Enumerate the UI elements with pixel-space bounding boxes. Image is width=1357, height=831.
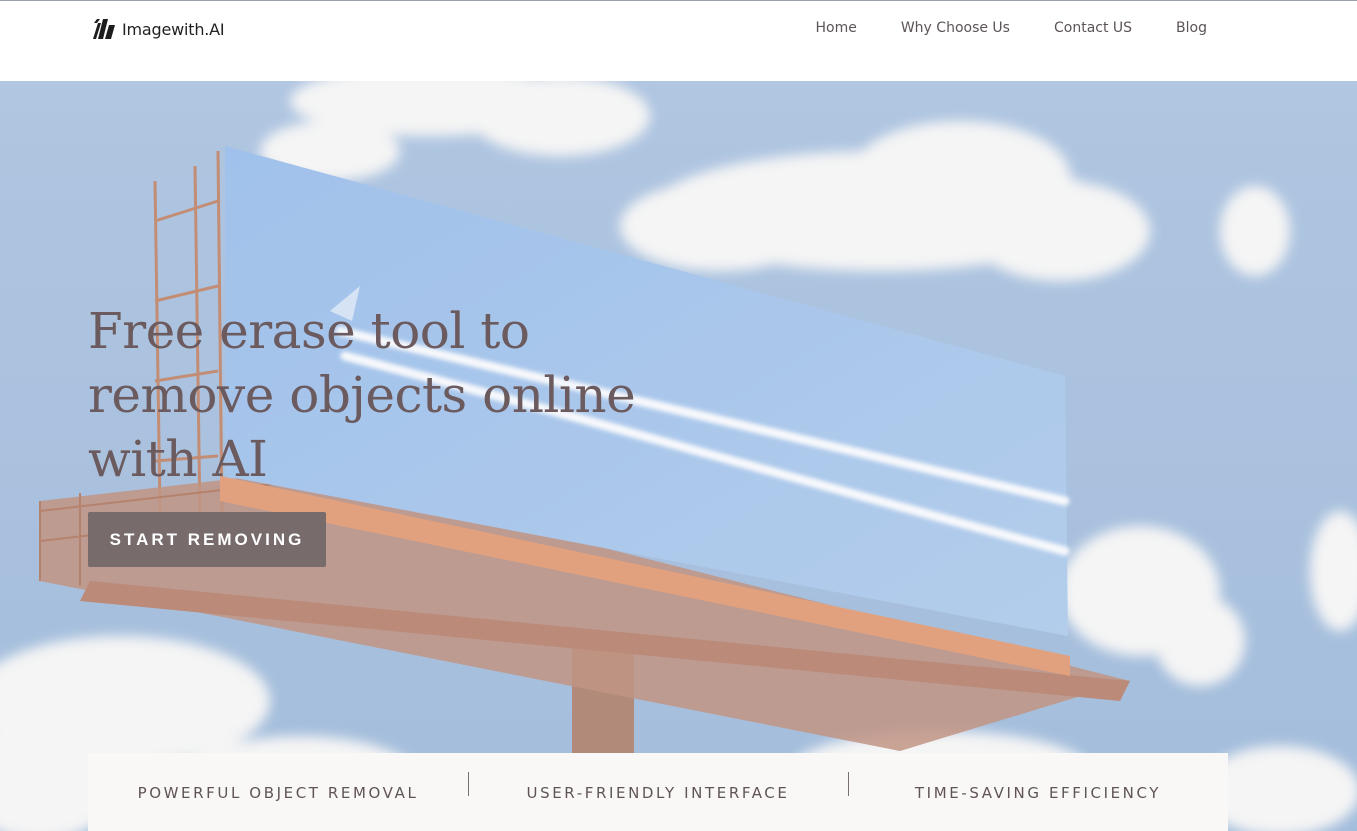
nav-home[interactable]: Home bbox=[816, 18, 857, 38]
feature-time-saving-efficiency: TIME-SAVING EFFICIENCY bbox=[848, 771, 1228, 802]
feature-user-friendly-interface: USER-FRIENDLY INTERFACE bbox=[468, 771, 848, 802]
hero-section: Free erase tool to remove objects online… bbox=[0, 81, 1357, 831]
brand-logo-link[interactable]: Imagewith.AI bbox=[93, 18, 225, 40]
hero-title: Free erase tool to remove objects online… bbox=[88, 302, 636, 488]
start-removing-button[interactable]: START REMOVING bbox=[88, 512, 326, 567]
site-header: Imagewith.AI Home Why Choose Us Contact … bbox=[0, 0, 1357, 81]
features-bar: POWERFUL OBJECT REMOVAL USER-FRIENDLY IN… bbox=[88, 753, 1228, 831]
feature-powerful-object-removal: POWERFUL OBJECT REMOVAL bbox=[137, 783, 419, 802]
brand-name: Imagewith.AI bbox=[122, 19, 225, 39]
nav-contact-us[interactable]: Contact US bbox=[1054, 18, 1132, 38]
slanted-stripes-logo-icon bbox=[93, 19, 115, 39]
nav-blog[interactable]: Blog bbox=[1176, 18, 1207, 38]
nav-why-choose-us[interactable]: Why Choose Us bbox=[901, 18, 1010, 38]
main-nav: Home Why Choose Us Contact US Blog bbox=[816, 18, 1208, 38]
